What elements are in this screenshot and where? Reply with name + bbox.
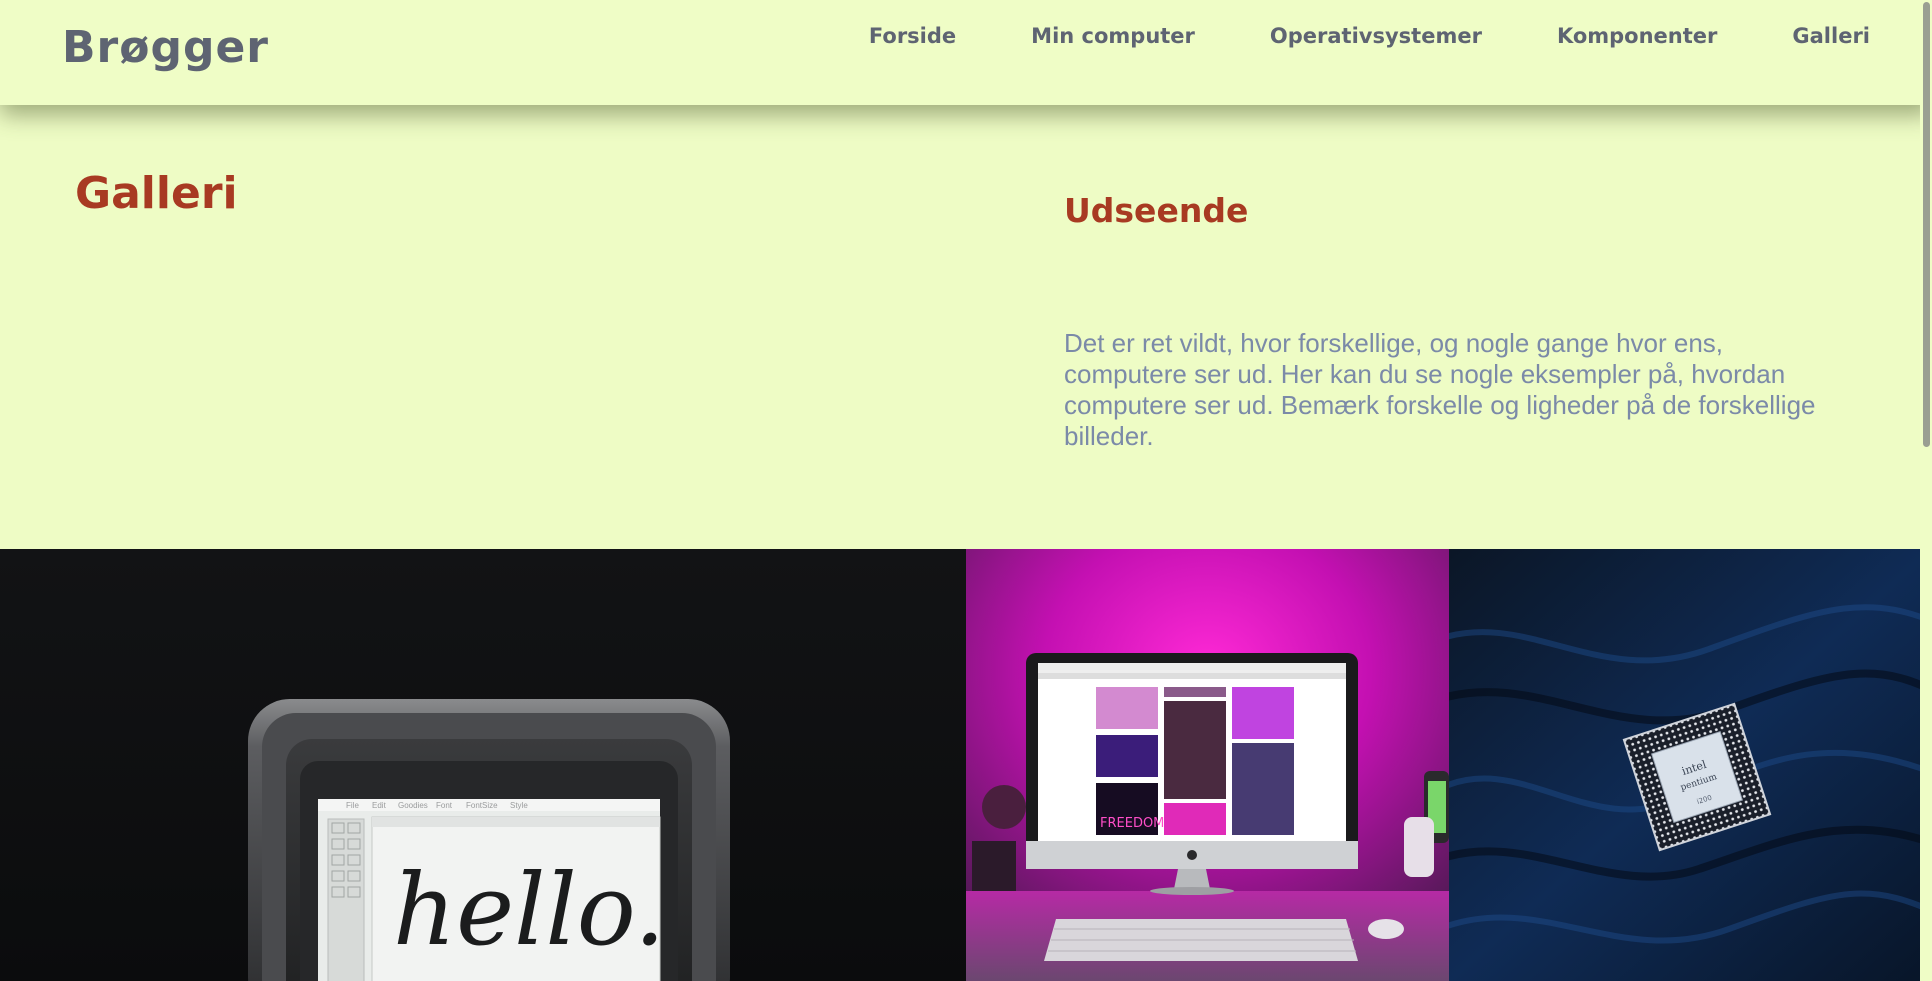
page-scrollbar[interactable] bbox=[1920, 0, 1932, 981]
main-nav: Forside Min computer Operativsystemer Ko… bbox=[794, 26, 1870, 47]
svg-text:Edit: Edit bbox=[372, 801, 387, 810]
svg-text:File: File bbox=[346, 801, 359, 810]
svg-text:hello.: hello. bbox=[393, 854, 665, 968]
section-title: Udseende bbox=[1064, 191, 1249, 230]
svg-text:Style: Style bbox=[510, 801, 528, 810]
svg-text:FREEDOM: FREEDOM bbox=[1100, 816, 1164, 831]
page-title: Galleri bbox=[75, 168, 238, 219]
nav-item-forside[interactable]: Forside bbox=[869, 26, 956, 47]
site-header: Brøgger Forside Min computer Operativsys… bbox=[0, 0, 1932, 105]
intro-paragraph: Det er ret vildt, hvor forskellige, og n… bbox=[1064, 328, 1816, 451]
gallery-image-intel-cpu[interactable]: intel pentium i200 bbox=[1449, 549, 1932, 981]
nav-item-min-computer[interactable]: Min computer bbox=[1031, 26, 1195, 47]
gallery-image-vintage-computer[interactable]: File Edit Goodies Font FontSize Style he… bbox=[0, 549, 966, 981]
scrollbar-thumb[interactable] bbox=[1923, 2, 1930, 447]
svg-text:Goodies: Goodies bbox=[398, 801, 428, 810]
svg-text:Font: Font bbox=[436, 801, 453, 810]
nav-item-operativsystemer[interactable]: Operativsystemer bbox=[1270, 26, 1482, 47]
nav-item-komponenter[interactable]: Komponenter bbox=[1557, 26, 1717, 47]
svg-text:FontSize: FontSize bbox=[466, 801, 498, 810]
gallery-image-imac-pink[interactable]: FREEDOM bbox=[966, 549, 1449, 981]
image-gallery: File Edit Goodies Font FontSize Style he… bbox=[0, 549, 1932, 981]
nav-item-galleri[interactable]: Galleri bbox=[1792, 26, 1870, 47]
site-logo[interactable]: Brøgger bbox=[62, 26, 269, 70]
